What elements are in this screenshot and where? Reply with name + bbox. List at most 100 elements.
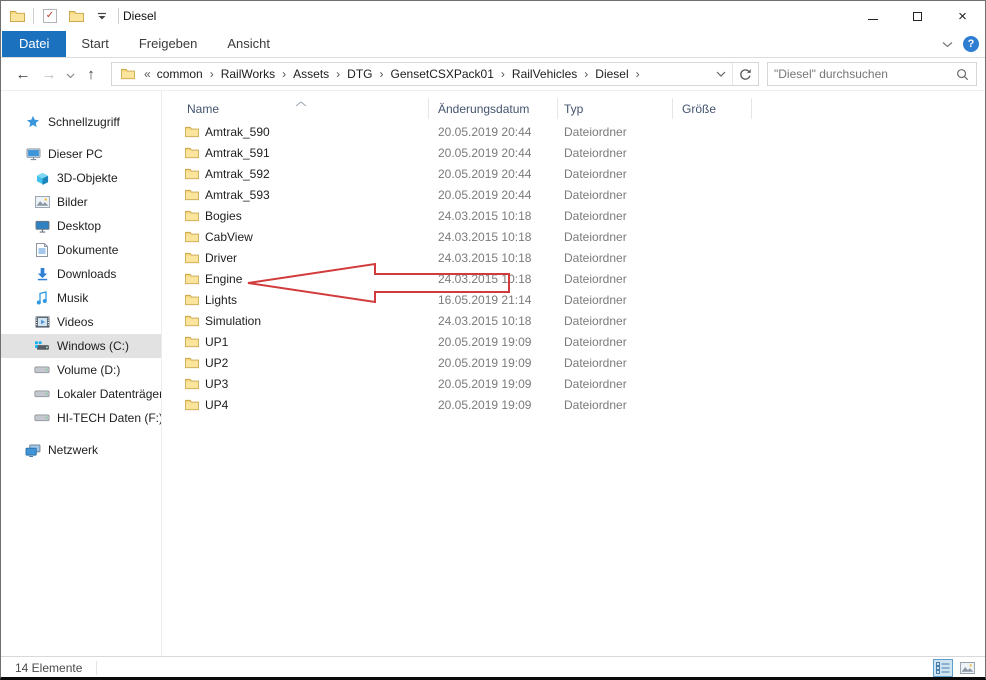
thumbnail-view-icon[interactable] — [957, 659, 977, 677]
search-box — [767, 62, 977, 86]
column-header-date[interactable]: Änderungsdatum — [429, 98, 558, 119]
sidebar-item-desktop[interactable]: Desktop — [1, 214, 161, 238]
sidebar-item-bilder[interactable]: Bilder — [1, 190, 161, 214]
sort-ascending-icon — [295, 94, 307, 112]
file-row-bogies[interactable]: Bogies 24.03.2015 10:18 Dateiordner — [162, 205, 985, 226]
breadcrumb-item[interactable]: RailVehicles — [508, 67, 581, 81]
file-row-up2[interactable]: UP2 20.05.2019 19:09 Dateiordner — [162, 352, 985, 373]
breadcrumb-item[interactable]: RailWorks — [217, 67, 279, 81]
file-row-amtrak-592[interactable]: Amtrak_592 20.05.2019 20:44 Dateiordner — [162, 163, 985, 184]
properties-check-icon[interactable]: ✓ — [40, 5, 60, 27]
music-icon — [34, 290, 50, 306]
separator — [96, 661, 98, 675]
view-toggles — [933, 659, 977, 677]
folder-icon — [119, 66, 137, 82]
ribbon-tab-bar: Datei Start Freigeben Ansicht ? — [1, 31, 985, 58]
collapse-ribbon-icon[interactable] — [942, 35, 953, 53]
back-button[interactable]: ← — [11, 66, 35, 83]
separator — [118, 8, 119, 24]
file-row-driver[interactable]: Driver 24.03.2015 10:18 Dateiordner — [162, 247, 985, 268]
drive-icon — [34, 386, 50, 402]
history-dropdown-icon[interactable] — [63, 66, 77, 83]
help-icon[interactable]: ? — [963, 36, 979, 52]
separator — [33, 8, 34, 24]
breadcrumb-separator[interactable]: › — [279, 67, 289, 81]
file-row-amtrak-591[interactable]: Amtrak_591 20.05.2019 20:44 Dateiordner — [162, 142, 985, 163]
folder-icon — [185, 231, 199, 243]
forward-button[interactable]: → — [37, 66, 61, 83]
tab-datei[interactable]: Datei — [2, 31, 67, 57]
file-row-engine[interactable]: Engine 24.03.2015 10:18 Dateiordner — [162, 268, 985, 289]
status-bar: 14 Elemente — [1, 656, 985, 677]
folder-icon — [185, 252, 199, 264]
folder-icon — [185, 126, 199, 138]
sidebar-item-schnellzugriff[interactable]: Schnellzugriff — [1, 110, 161, 134]
sidebar-item-downloads[interactable]: Downloads — [1, 262, 161, 286]
sidebar-item-dieser-pc[interactable]: Dieser PC — [1, 142, 161, 166]
breadcrumb-item[interactable]: Assets — [289, 67, 333, 81]
sidebar-item-videos[interactable]: Videos — [1, 310, 161, 334]
refresh-icon[interactable] — [732, 63, 758, 85]
desktop-icon — [34, 218, 50, 234]
breadcrumb-separator[interactable]: › — [333, 67, 343, 81]
sidebar-item-musik[interactable]: Musik — [1, 286, 161, 310]
breadcrumb-separator[interactable]: › — [377, 67, 387, 81]
sidebar-item-netzwerk[interactable]: Netzwerk — [1, 438, 161, 462]
address-dropdown-icon[interactable] — [710, 63, 732, 85]
breadcrumb-separator[interactable]: › — [498, 67, 508, 81]
column-header-row: Name Änderungsdatum Typ Größe — [162, 96, 985, 121]
file-row-up1[interactable]: UP1 20.05.2019 19:09 Dateiordner — [162, 331, 985, 352]
item-count-label: 14 Elemente — [15, 661, 83, 675]
address-bar[interactable]: « common › RailWorks › Assets › DTG › Genset… — [111, 62, 759, 86]
window-controls: × — [850, 1, 985, 31]
file-list-pane: Name Änderungsdatum Typ Größe Amtrak_590… — [161, 91, 985, 656]
breadcrumb-item[interactable]: GensetCSXPack01 — [387, 67, 498, 81]
customize-toolbar-dropdown-icon[interactable] — [92, 5, 112, 27]
file-row-amtrak-593[interactable]: Amtrak_593 20.05.2019 20:44 Dateiordner — [162, 184, 985, 205]
details-view-icon[interactable] — [933, 659, 953, 677]
column-header-type[interactable]: Typ — [558, 98, 673, 119]
pictures-icon — [34, 194, 50, 210]
up-button[interactable]: ↑ — [79, 66, 103, 83]
close-button[interactable]: × — [940, 1, 985, 31]
file-row-simulation[interactable]: Simulation 24.03.2015 10:18 Dateiordner — [162, 310, 985, 331]
sidebar-item-lokaler-datentraeger[interactable]: Lokaler Datenträger — [1, 382, 161, 406]
documents-icon — [34, 242, 50, 258]
sidebar-item-3d-objekte[interactable]: 3D-Objekte — [1, 166, 161, 190]
breadcrumb-item[interactable]: common — [153, 67, 207, 81]
folder-icon — [185, 336, 199, 348]
folder-icon[interactable] — [7, 5, 27, 27]
sidebar-item-windows-c[interactable]: Windows (C:) — [1, 334, 161, 358]
breadcrumb-separator[interactable]: › — [581, 67, 591, 81]
breadcrumb-item[interactable]: Diesel — [591, 67, 632, 81]
tab-freigeben[interactable]: Freigeben — [124, 31, 213, 57]
navigation-pane: Schnellzugriff Dieser PC 3D-Objekte Bild — [1, 91, 161, 656]
column-header-size[interactable]: Größe — [673, 98, 752, 119]
file-row-up4[interactable]: UP4 20.05.2019 19:09 Dateiordner — [162, 394, 985, 415]
tab-start[interactable]: Start — [66, 31, 123, 57]
file-row-amtrak-590[interactable]: Amtrak_590 20.05.2019 20:44 Dateiordner — [162, 121, 985, 142]
sidebar-item-dokumente[interactable]: Dokumente — [1, 238, 161, 262]
file-row-lights[interactable]: Lights 16.05.2019 21:14 Dateiordner — [162, 289, 985, 310]
search-icon[interactable] — [948, 68, 976, 81]
folder-icon — [185, 210, 199, 222]
maximize-button[interactable] — [895, 1, 940, 31]
file-row-up3[interactable]: UP3 20.05.2019 19:09 Dateiordner — [162, 373, 985, 394]
breadcrumb-separator[interactable]: › — [207, 67, 217, 81]
quick-access-toolbar: ✓ — [1, 5, 119, 27]
explorer-window: ✓ Diesel × Datei Start Freigeben Ansicht… — [0, 0, 986, 680]
title-bar: ✓ Diesel × — [1, 1, 985, 31]
file-row-cabview[interactable]: CabView 24.03.2015 10:18 Dateiordner — [162, 226, 985, 247]
breadcrumb-overflow[interactable]: « — [139, 67, 153, 81]
folder-icon[interactable] — [66, 5, 86, 27]
folder-icon — [185, 357, 199, 369]
downloads-icon — [34, 266, 50, 282]
sidebar-item-volume-d[interactable]: Volume (D:) — [1, 358, 161, 382]
sidebar-item-hi-tech-daten-f[interactable]: HI-TECH Daten (F:) — [1, 406, 161, 430]
tab-ansicht[interactable]: Ansicht — [212, 31, 285, 57]
search-input[interactable] — [768, 67, 948, 81]
breadcrumb-separator[interactable]: › — [633, 67, 643, 81]
folder-icon — [185, 315, 199, 327]
breadcrumb-item[interactable]: DTG — [343, 67, 376, 81]
minimize-button[interactable] — [850, 1, 895, 31]
